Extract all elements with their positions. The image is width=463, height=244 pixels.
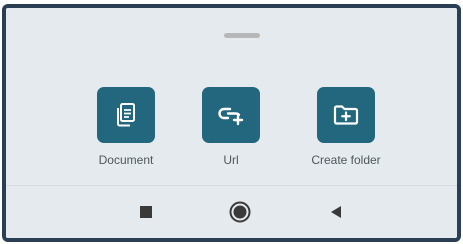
document-icon <box>117 103 135 127</box>
url-action[interactable]: Url <box>171 87 291 167</box>
home-button[interactable] <box>228 200 252 224</box>
system-nav-bar <box>6 185 457 238</box>
back-triangle-icon <box>331 206 341 218</box>
home-circle-icon <box>229 201 251 223</box>
create-folder-action[interactable]: Create folder <box>286 87 406 167</box>
bottom-sheet: Document Url Create folder <box>6 8 457 190</box>
link-add-icon <box>218 107 244 126</box>
document-action[interactable]: Document <box>66 87 186 167</box>
document-label: Document <box>98 153 154 167</box>
back-button[interactable] <box>324 200 348 224</box>
recents-square-icon <box>140 206 152 218</box>
create-folder-label: Create folder <box>311 153 381 167</box>
create-folder-tile[interactable] <box>317 87 375 143</box>
recents-button[interactable] <box>134 200 158 224</box>
action-row: Document Url Create folder <box>6 87 457 177</box>
drag-handle[interactable] <box>224 33 260 38</box>
folder-add-icon <box>333 105 359 125</box>
document-tile[interactable] <box>97 87 155 143</box>
device-frame: Document Url Create folder <box>2 4 461 242</box>
url-label: Url <box>223 153 239 167</box>
url-tile[interactable] <box>202 87 260 143</box>
